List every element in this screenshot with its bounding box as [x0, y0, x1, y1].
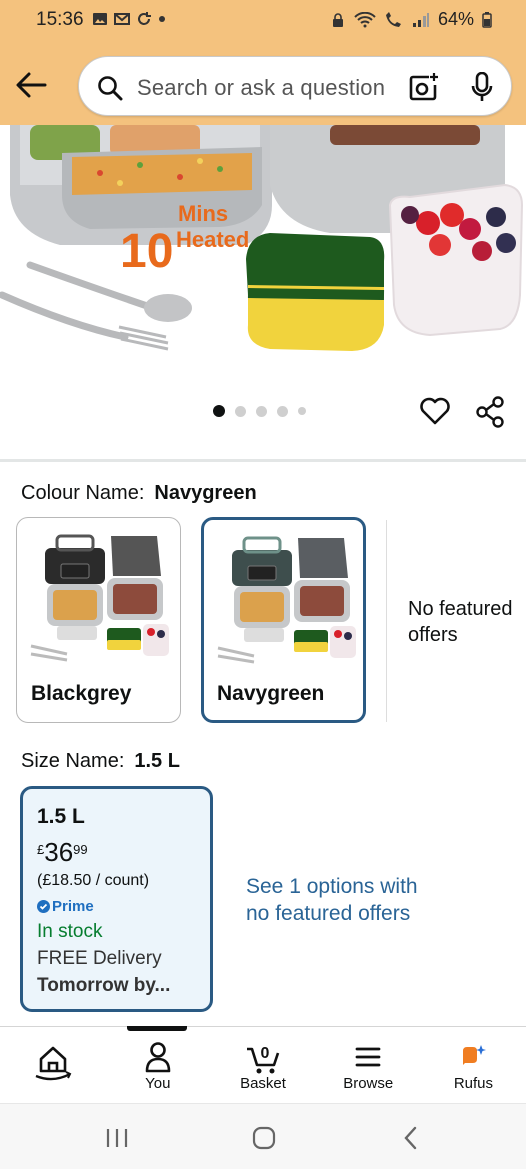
- nav-you[interactable]: You: [105, 1027, 210, 1103]
- gallery-notification-icon: [93, 13, 107, 25]
- share-icon[interactable]: [475, 396, 505, 428]
- carousel-dot: [235, 405, 246, 417]
- colour-option-label: Blackgrey: [31, 682, 132, 705]
- basket-count: 0: [261, 1045, 270, 1062]
- rufus-icon: [463, 1045, 487, 1065]
- size-label: Size Name:: [21, 750, 125, 772]
- battery-icon: [482, 11, 492, 28]
- search-icon: [98, 76, 123, 101]
- see-options-link[interactable]: See 1 options with no featured offers: [246, 873, 446, 927]
- nav-label: Browse: [343, 1075, 394, 1092]
- header-bar: 15:36 64% Search or ask a question: [0, 0, 526, 125]
- back-arrow-icon[interactable]: [14, 68, 48, 102]
- signal-icon: [412, 12, 429, 27]
- nav-label: Rufus: [453, 1075, 493, 1092]
- stock-status: In stock: [37, 921, 103, 942]
- delivery-date: Tomorrow by...: [37, 975, 171, 996]
- camera-lens-icon[interactable]: [409, 73, 439, 101]
- sync-notification-icon: [138, 12, 151, 25]
- badge-bottom: Heated: [176, 227, 249, 252]
- carousel-dot: [277, 405, 288, 417]
- prime-badge: Prime: [37, 898, 94, 915]
- prime-check-icon: [37, 900, 50, 913]
- carousel-indicator: [213, 405, 306, 417]
- divider: [0, 459, 526, 462]
- nav-home[interactable]: [0, 1027, 105, 1103]
- price: £3699: [37, 837, 88, 867]
- home-icon: [35, 1046, 71, 1081]
- microphone-icon[interactable]: [471, 72, 493, 102]
- colour-row: Colour Name: Navygreen: [21, 482, 257, 505]
- colour-option-blackgrey[interactable]: Blackgrey: [16, 517, 181, 723]
- unit-price: (£18.50 / count): [37, 872, 150, 889]
- menu-icon: [355, 1047, 381, 1067]
- navygreen-thumbnail: [217, 536, 356, 664]
- nav-label: Basket: [240, 1075, 286, 1092]
- lock-status-icon: [332, 12, 343, 27]
- size-row: Size Name: 1.5 L: [21, 750, 180, 773]
- size-selected: 1.5 L: [134, 750, 180, 772]
- carousel-dot: [298, 407, 306, 415]
- search-bar[interactable]: Search or ask a question: [78, 56, 512, 116]
- nav-label: You: [145, 1075, 171, 1092]
- colour-label: Colour Name:: [21, 482, 145, 504]
- heart-icon[interactable]: [419, 396, 451, 426]
- colour-selected: Navygreen: [154, 482, 257, 504]
- product-image-carousel[interactable]: 10 Mins Heated: [0, 125, 526, 375]
- status-time: 15:36: [36, 9, 84, 30]
- product-image: 10 Mins Heated: [0, 125, 524, 351]
- colour-option-navygreen[interactable]: Navygreen: [201, 517, 366, 723]
- back-button-icon[interactable]: [400, 1126, 422, 1150]
- size-option-card[interactable]: 1.5 L £3699 (£18.50 / count) Prime In st…: [20, 786, 213, 1012]
- divider: [386, 520, 387, 722]
- wifi-icon: [354, 11, 376, 27]
- size-option-title: 1.5 L: [37, 805, 85, 828]
- user-icon: [145, 1042, 171, 1073]
- nav-basket[interactable]: 0 Basket: [210, 1027, 315, 1103]
- search-placeholder[interactable]: Search or ask a question: [137, 75, 385, 101]
- badge-top: Mins: [178, 201, 228, 226]
- status-bar: 15:36 64%: [0, 0, 526, 40]
- no-featured-offers-text: No featured offers: [408, 598, 513, 646]
- gmail-notification-icon: [114, 13, 130, 25]
- carousel-dot: [256, 405, 267, 417]
- recent-apps-icon[interactable]: [104, 1126, 130, 1150]
- home-button-icon[interactable]: [251, 1126, 277, 1150]
- delivery-text: FREE Delivery: [37, 948, 162, 969]
- system-navigation-bar: [0, 1103, 526, 1169]
- badge-number: 10: [120, 225, 173, 278]
- dot-icon: [159, 16, 165, 22]
- battery-percent: 64%: [437, 9, 474, 29]
- carousel-dot: [213, 405, 225, 417]
- basket-icon: 0: [247, 1045, 280, 1074]
- nav-rufus[interactable]: Rufus: [421, 1027, 526, 1103]
- wifi-call-icon: [385, 11, 401, 27]
- nav-browse[interactable]: Browse: [316, 1027, 421, 1103]
- colour-option-label: Navygreen: [217, 682, 325, 705]
- blackgrey-thumbnail: [30, 534, 169, 662]
- bottom-navigation: You 0 Basket Browse Rufus: [0, 1027, 526, 1103]
